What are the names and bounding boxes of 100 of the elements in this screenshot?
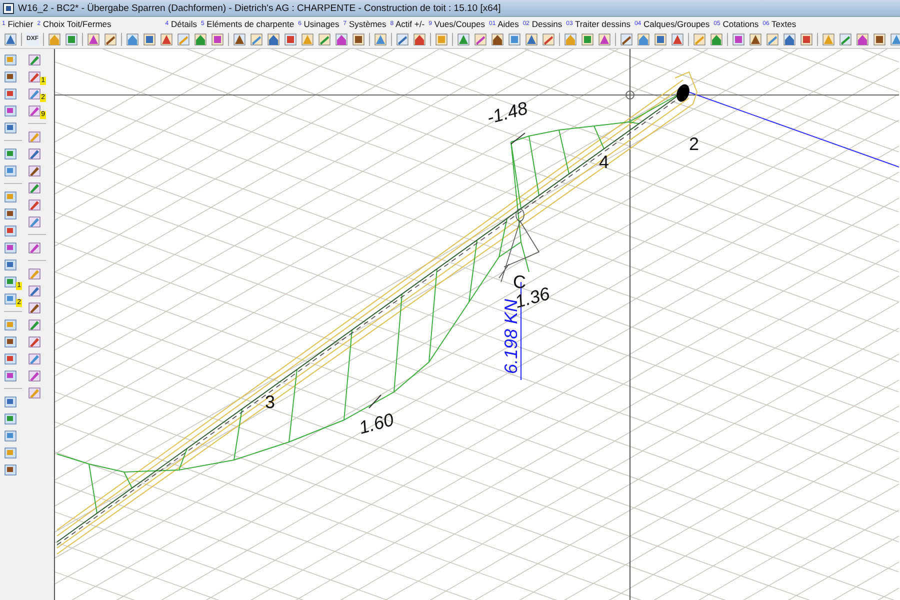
menu-item[interactable]: $^{1}$ Fichier: [2, 19, 34, 29]
toolbar-icon[interactable]: [28, 147, 41, 160]
toolbar-icon[interactable]: [318, 33, 331, 46]
toolbar-icon[interactable]: [28, 53, 41, 66]
toolbar-icon[interactable]: [4, 87, 17, 100]
toolbar-icon[interactable]: [508, 33, 521, 46]
toolbar-icon[interactable]: [284, 33, 297, 46]
menu-item[interactable]: $^{05}$ Cotations: [714, 19, 759, 29]
toolbar-icon[interactable]: [28, 284, 41, 297]
toolbar-icon[interactable]: [4, 318, 17, 331]
toolbar-icon[interactable]: [4, 258, 17, 271]
toolbar-icon[interactable]: [28, 215, 41, 228]
toolbar-icon[interactable]: [4, 53, 17, 66]
toolbar-icon[interactable]: [28, 301, 41, 314]
menu-item[interactable]: $^{01}$ Aides: [489, 19, 519, 29]
toolbar-icon[interactable]: [4, 429, 17, 442]
toolbar-icon[interactable]: [856, 33, 869, 46]
toolbar-icon[interactable]: [28, 104, 41, 117]
toolbar-icon[interactable]: [4, 292, 17, 305]
toolbar-icon[interactable]: [4, 335, 17, 348]
toolbar-icon[interactable]: [710, 33, 723, 46]
toolbar-icon[interactable]: [267, 33, 280, 46]
toolbar-icon[interactable]: [4, 369, 17, 382]
toolbar-icon[interactable]: [4, 446, 17, 459]
toolbar-icon[interactable]: [457, 33, 470, 46]
toolbar-icon[interactable]: [4, 104, 17, 117]
toolbar-icon[interactable]: [250, 33, 263, 46]
toolbar-icon[interactable]: [491, 33, 504, 46]
toolbar-icon[interactable]: [413, 33, 426, 46]
menu-item[interactable]: $^{4}$ Détails: [165, 19, 197, 29]
menu-item[interactable]: $^{8}$ Actif +/-: [390, 19, 425, 29]
toolbar-icon[interactable]: [28, 164, 41, 177]
menu-item[interactable]: $^{7}$ Systèmes: [343, 19, 386, 29]
toolbar-icon[interactable]: [542, 33, 555, 46]
toolbar-icon[interactable]: [335, 33, 348, 46]
dimension-tick: [368, 394, 382, 408]
menu-item[interactable]: $^{9}$ Vues/Coupes: [428, 19, 485, 29]
menu-item[interactable]: $^{06}$ Textes: [762, 19, 796, 29]
toolbar-icon[interactable]: [474, 33, 487, 46]
menu-item[interactable]: $^{2}$ Choix Toit/Fermes: [37, 19, 112, 29]
toolbar-icon[interactable]: [671, 33, 684, 46]
toolbar-icon[interactable]: [28, 352, 41, 365]
toolbar-icon[interactable]: [4, 207, 17, 220]
toolbar-icon[interactable]: [160, 33, 173, 46]
toolbar-icon[interactable]: [620, 33, 633, 46]
menu-item[interactable]: $^{04}$ Calques/Groupes: [634, 19, 710, 29]
toolbar-icon[interactable]: [28, 198, 41, 211]
toolbar-icon[interactable]: [598, 33, 611, 46]
toolbar-icon[interactable]: [4, 412, 17, 425]
toolbar-icon[interactable]: [4, 463, 17, 476]
toolbar-icon[interactable]: [28, 130, 41, 143]
toolbar-icon[interactable]: [873, 33, 886, 46]
toolbar-icon[interactable]: [4, 33, 17, 46]
toolbar-icon[interactable]: [637, 33, 650, 46]
toolbar-icon[interactable]: [654, 33, 667, 46]
toolbar-icon[interactable]: [890, 33, 900, 46]
toolbar-icon[interactable]: [732, 33, 745, 46]
menu-item[interactable]: $^{5}$ Eléments de charpente: [200, 19, 294, 29]
toolbar-icon[interactable]: [104, 33, 117, 46]
toolbar-icon[interactable]: [766, 33, 779, 46]
toolbar-icon[interactable]: [4, 147, 17, 160]
toolbar-icon[interactable]: [194, 33, 207, 46]
toolbar-icon[interactable]: [211, 33, 224, 46]
toolbar-icon[interactable]: [4, 224, 17, 237]
toolbar-icon[interactable]: [28, 70, 41, 83]
menu-item[interactable]: $^{6}$ Usinages: [298, 19, 340, 29]
toolbar-icon[interactable]: [87, 33, 100, 46]
toolbar-icon[interactable]: [4, 70, 17, 83]
toolbar-icon[interactable]: [28, 386, 41, 399]
toolbar-icon[interactable]: [28, 267, 41, 280]
toolbar-icon[interactable]: [143, 33, 156, 46]
toolbar-icon[interactable]: [4, 190, 17, 203]
toolbar-icon[interactable]: [396, 33, 409, 46]
toolbar-icon[interactable]: [28, 87, 41, 100]
toolbar-icon[interactable]: [749, 33, 762, 46]
toolbar-icon[interactable]: [4, 395, 17, 408]
toolbar-icon[interactable]: [839, 33, 852, 46]
toolbar-icon[interactable]: [28, 318, 41, 331]
toolbar-icon[interactable]: [28, 181, 41, 194]
cursor-icon: [626, 90, 634, 100]
toolbar-icon[interactable]: [4, 275, 17, 288]
toolbar-icon[interactable]: [4, 121, 17, 134]
toolbar-icon[interactable]: [28, 369, 41, 382]
toolbar-icon[interactable]: [4, 352, 17, 365]
menu-item[interactable]: $^{03}$ Traiter dessins: [566, 19, 630, 29]
toolbar-icon[interactable]: [800, 33, 813, 46]
toolbar-icon[interactable]: [4, 241, 17, 254]
toolbar-icon[interactable]: [352, 33, 365, 46]
toolbar-icon[interactable]: [28, 241, 41, 254]
toolbar-icon[interactable]: [783, 33, 796, 46]
toolbar-icon[interactable]: [233, 33, 246, 46]
toolbar-icon[interactable]: [28, 335, 41, 348]
diagram-label: 2: [689, 134, 700, 154]
menu-item[interactable]: $^{02}$ Dessins: [522, 19, 562, 29]
toolbar-icon[interactable]: [126, 33, 139, 46]
toolbar-icon[interactable]: [525, 33, 538, 46]
toolbar-icon[interactable]: [65, 33, 78, 46]
toolbar-icon[interactable]: [4, 164, 17, 177]
toolbar-icon[interactable]: [374, 33, 387, 46]
toolbar-icon[interactable]: [581, 33, 594, 46]
